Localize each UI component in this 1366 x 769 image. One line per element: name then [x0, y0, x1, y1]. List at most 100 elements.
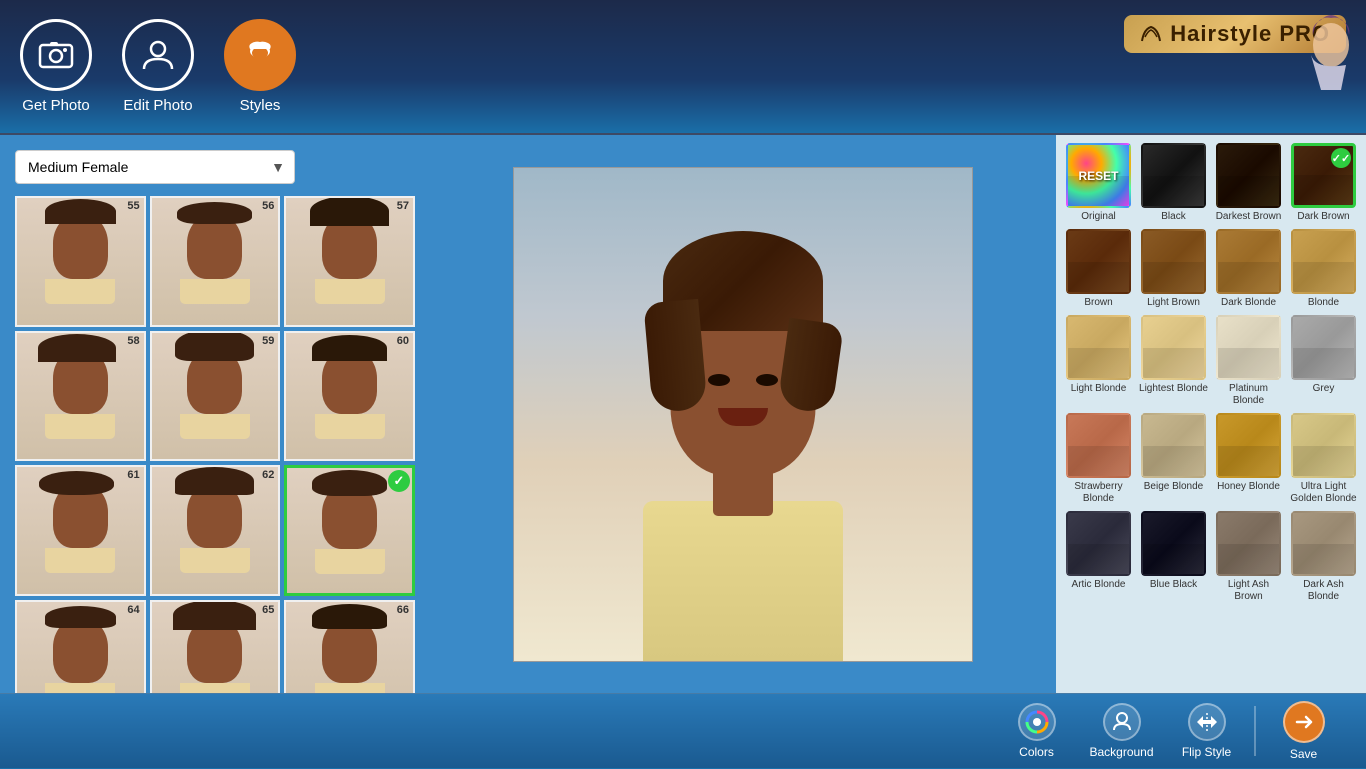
color-item-dark-brown[interactable]: ✓ Dark Brown — [1289, 143, 1358, 223]
save-arrow-icon — [1292, 710, 1316, 734]
get-photo-icon-circle — [20, 19, 92, 91]
style-item-61[interactable]: 61 — [15, 465, 146, 596]
color-swatch-darkest-brown — [1216, 143, 1281, 208]
flip-style-icon — [1188, 703, 1226, 741]
colors-toolbar-label: Colors — [1019, 745, 1054, 759]
toolbar-item-colors[interactable]: Colors — [994, 694, 1079, 769]
color-swatch-dark-ash-blonde — [1291, 511, 1356, 576]
brand-icon — [1140, 23, 1162, 45]
toolbar-divider — [1254, 706, 1256, 756]
color-swatch-dark-brown: ✓ — [1291, 143, 1356, 208]
color-label-dark-brown: Dark Brown — [1297, 211, 1349, 223]
color-swatch-blue-black — [1141, 511, 1206, 576]
color-label-artic-blonde: Artic Blonde — [1072, 579, 1126, 591]
colors-icon — [1018, 703, 1056, 741]
color-item-lightest-blonde[interactable]: Lightest Blonde — [1139, 315, 1208, 407]
color-item-darkest-brown[interactable]: Darkest Brown — [1214, 143, 1283, 223]
style-item-58[interactable]: 58 — [15, 331, 146, 462]
color-item-blue-black[interactable]: Blue Black — [1139, 511, 1208, 603]
style-item-65[interactable]: 65 — [150, 600, 281, 693]
edit-photo-icon-circle — [122, 19, 194, 91]
main-content: Medium Female Short Female Long Female S… — [0, 135, 1366, 693]
save-icon — [1283, 701, 1325, 743]
top-navigation-bar: Get Photo Edit Photo Styles Hair — [0, 0, 1366, 135]
color-swatch-original: RESET — [1066, 143, 1131, 208]
hair-icon — [242, 37, 278, 73]
style-item-66[interactable]: 66 — [284, 600, 415, 693]
style-item-60[interactable]: 60 — [284, 331, 415, 462]
color-swatch-black — [1141, 143, 1206, 208]
get-photo-label: Get Photo — [22, 97, 90, 114]
color-label-blonde: Blonde — [1308, 297, 1339, 309]
color-item-strawberry-blonde[interactable]: Strawberry Blonde — [1064, 413, 1133, 505]
color-label-dark-ash-blonde: Dark Ash Blonde — [1289, 579, 1358, 603]
flip-icon — [1195, 710, 1219, 734]
color-item-brown[interactable]: Brown — [1064, 229, 1133, 309]
camera-icon — [38, 37, 74, 73]
color-selected-checkmark: ✓ — [1331, 148, 1351, 168]
color-item-artic-blonde[interactable]: Artic Blonde — [1064, 511, 1133, 603]
color-label-brown: Brown — [1084, 297, 1112, 309]
color-label-light-brown: Light Brown — [1147, 297, 1200, 309]
nav-item-styles[interactable]: Styles — [224, 19, 296, 114]
color-label-black: Black — [1161, 211, 1185, 223]
color-item-beige-blonde[interactable]: Beige Blonde — [1139, 413, 1208, 505]
color-label-light-ash-brown: Light Ash Brown — [1214, 579, 1283, 603]
style-item-56[interactable]: 56 — [150, 196, 281, 327]
person-icon — [140, 37, 176, 73]
background-icon — [1103, 703, 1141, 741]
color-label-strawberry-blonde: Strawberry Blonde — [1064, 481, 1133, 505]
color-swatch-light-ash-brown — [1216, 511, 1281, 576]
bottom-toolbar: Colors Background Flip Style Save — [0, 693, 1366, 768]
toolbar-item-save[interactable]: Save — [1261, 694, 1346, 769]
color-label-original: Original — [1081, 211, 1115, 223]
color-swatch-strawberry-blonde — [1066, 413, 1131, 478]
color-swatch-ultra-light-golden-blonde — [1291, 413, 1356, 478]
toolbar-item-background[interactable]: Background — [1079, 694, 1164, 769]
color-swatch-honey-blonde — [1216, 413, 1281, 478]
color-label-platinum-blonde: Platinum Blonde — [1214, 383, 1283, 407]
style-items-grid: 55 56 57 — [15, 196, 415, 693]
color-swatch-light-brown — [1141, 229, 1206, 294]
color-label-ultra-light-golden-blonde: Ultra Light Golden Blonde — [1289, 481, 1358, 505]
color-label-dark-blonde: Dark Blonde — [1221, 297, 1276, 309]
brand-illustration — [1266, 0, 1366, 135]
color-label-light-blonde: Light Blonde — [1071, 383, 1127, 395]
nav-item-get-photo[interactable]: Get Photo — [20, 19, 92, 114]
style-category-select[interactable]: Medium Female Short Female Long Female S… — [15, 150, 295, 184]
style-item-62[interactable]: 62 — [150, 465, 281, 596]
color-label-lightest-blonde: Lightest Blonde — [1139, 383, 1208, 395]
color-item-light-brown[interactable]: Light Brown — [1139, 229, 1208, 309]
style-item-55[interactable]: 55 — [15, 196, 146, 327]
colors-panel: RESET Original Black Darkest Brown ✓ — [1056, 135, 1366, 693]
color-label-honey-blonde: Honey Blonde — [1217, 481, 1280, 493]
color-item-black[interactable]: Black — [1139, 143, 1208, 223]
color-item-light-blonde[interactable]: Light Blonde — [1064, 315, 1133, 407]
color-label-blue-black: Blue Black — [1150, 579, 1197, 591]
color-label-beige-blonde: Beige Blonde — [1144, 481, 1204, 493]
styles-panel: Medium Female Short Female Long Female S… — [0, 135, 430, 693]
style-item-64[interactable]: 64 — [15, 600, 146, 693]
color-swatch-artic-blonde — [1066, 511, 1131, 576]
photo-frame — [513, 167, 973, 662]
background-toolbar-label: Background — [1089, 745, 1153, 759]
color-swatch-grey — [1291, 315, 1356, 380]
color-item-grey[interactable]: Grey — [1289, 315, 1358, 407]
style-item-57[interactable]: 57 — [284, 196, 415, 327]
color-swatch-brown — [1066, 229, 1131, 294]
toolbar-item-flip-style[interactable]: Flip Style — [1164, 694, 1249, 769]
color-item-light-ash-brown[interactable]: Light Ash Brown — [1214, 511, 1283, 603]
color-item-honey-blonde[interactable]: Honey Blonde — [1214, 413, 1283, 505]
color-item-blonde[interactable]: Blonde — [1289, 229, 1358, 309]
flip-style-toolbar-label: Flip Style — [1182, 745, 1231, 759]
color-item-original[interactable]: RESET Original — [1064, 143, 1133, 223]
color-item-dark-blonde[interactable]: Dark Blonde — [1214, 229, 1283, 309]
color-item-platinum-blonde[interactable]: Platinum Blonde — [1214, 315, 1283, 407]
style-item-59[interactable]: 59 — [150, 331, 281, 462]
nav-item-edit-photo[interactable]: Edit Photo — [122, 19, 194, 114]
background-person-icon — [1110, 710, 1134, 734]
color-item-ultra-light-golden-blonde[interactable]: Ultra Light Golden Blonde — [1289, 413, 1358, 505]
color-grid: RESET Original Black Darkest Brown ✓ — [1064, 143, 1358, 603]
style-item-63[interactable] — [284, 465, 415, 596]
color-item-dark-ash-blonde[interactable]: Dark Ash Blonde — [1289, 511, 1358, 603]
